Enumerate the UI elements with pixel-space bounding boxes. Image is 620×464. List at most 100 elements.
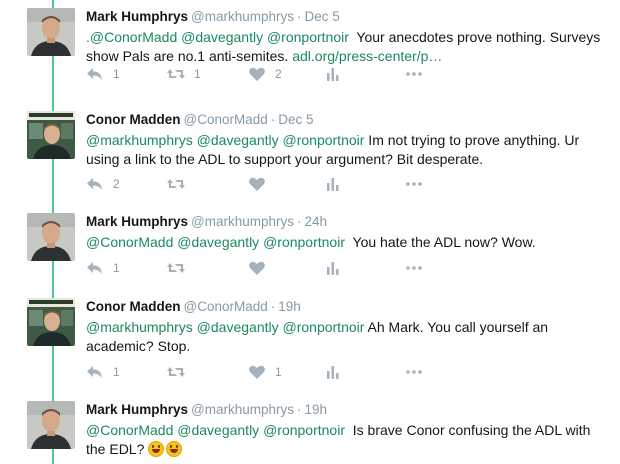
more-icon bbox=[405, 66, 423, 82]
reply-button[interactable]: 1 bbox=[86, 362, 120, 382]
reply-count: 1 bbox=[113, 261, 120, 275]
like-button[interactable]: 2 bbox=[248, 64, 282, 84]
tweet-header: Mark Humphrys @markhumphrys · Dec 5 bbox=[86, 8, 606, 26]
author-handle[interactable]: @markhumphrys bbox=[191, 9, 294, 24]
more-icon bbox=[405, 364, 423, 380]
reply-icon bbox=[86, 66, 104, 82]
like-button[interactable]: 1 bbox=[248, 362, 282, 382]
tweet-timestamp[interactable]: Dec 5 bbox=[305, 9, 340, 24]
author-handle[interactable]: @markhumphrys bbox=[191, 402, 294, 417]
retweet-button[interactable] bbox=[167, 174, 194, 194]
tweet-timestamp[interactable]: Dec 5 bbox=[278, 112, 313, 127]
separator: · bbox=[270, 112, 276, 127]
tweet-text: @ConorMadd @davegantly @ronportnoir Is b… bbox=[86, 421, 606, 459]
more-icon bbox=[405, 260, 423, 276]
avatar[interactable] bbox=[27, 111, 75, 159]
reply-icon bbox=[86, 176, 104, 192]
separator: · bbox=[297, 402, 302, 417]
like-count: 1 bbox=[275, 365, 282, 379]
reply-icon bbox=[86, 364, 104, 380]
tweet-timestamp[interactable]: 19h bbox=[278, 299, 301, 314]
analytics-button[interactable] bbox=[324, 362, 342, 382]
retweet-button[interactable] bbox=[167, 362, 194, 382]
tweet-header: Conor Madden @ConorMadd · 19h bbox=[86, 298, 606, 316]
bar-chart-icon bbox=[324, 66, 342, 82]
avatar[interactable] bbox=[27, 298, 75, 346]
tweet-content: Mark Humphrys @markhumphrys · 19h @ConorMadd… bbox=[86, 401, 606, 459]
tweet-header: Conor Madden @ConorMadd · Dec 5 bbox=[86, 111, 606, 129]
tweet-actions: 1 bbox=[86, 258, 606, 278]
reply-icon bbox=[86, 260, 104, 276]
tweet-text: @markhumphrys @davegantly @ronportnoir I… bbox=[86, 131, 606, 169]
author-name[interactable]: Mark Humphrys bbox=[86, 402, 188, 417]
analytics-button[interactable] bbox=[324, 174, 342, 194]
heart-icon bbox=[248, 66, 266, 82]
tweet-body: You hate the ADL now? Wow. bbox=[345, 234, 536, 250]
retweet-button[interactable] bbox=[167, 258, 194, 278]
tweet-actions: 11 bbox=[86, 362, 606, 382]
heart-icon bbox=[248, 364, 266, 380]
mention-links[interactable]: @markhumphrys @davegantly @ronportnoir bbox=[86, 319, 364, 335]
separator: · bbox=[297, 214, 302, 229]
tweet-timestamp[interactable]: 19h bbox=[305, 402, 328, 417]
analytics-button[interactable] bbox=[324, 64, 342, 84]
tweet-content: Conor Madden @ConorMadd · Dec 5 @markhumphry… bbox=[86, 111, 606, 191]
bar-chart-icon bbox=[324, 260, 342, 276]
mention-links[interactable]: @markhumphrys @davegantly @ronportnoir bbox=[86, 132, 364, 148]
avatar[interactable] bbox=[27, 401, 75, 449]
url-link[interactable]: adl.org/press-center/p… bbox=[292, 48, 442, 64]
tweet-text: @markhumphrys @davegantly @ronportnoir A… bbox=[86, 318, 606, 356]
author-name[interactable]: Mark Humphrys bbox=[86, 214, 188, 229]
author-handle[interactable]: @ConorMadd bbox=[184, 112, 268, 127]
retweet-icon bbox=[167, 66, 185, 82]
reply-count: 1 bbox=[113, 365, 120, 379]
tweet-header: Mark Humphrys @markhumphrys · 24h bbox=[86, 213, 606, 231]
author-name[interactable]: Conor Madden bbox=[86, 299, 181, 314]
tweet-content: Conor Madden @ConorMadd · 19h @markhumphrys … bbox=[86, 298, 606, 379]
more-icon bbox=[405, 176, 423, 192]
like-button[interactable] bbox=[248, 174, 275, 194]
analytics-button[interactable] bbox=[324, 258, 342, 278]
tweet-timestamp[interactable]: 24h bbox=[305, 214, 328, 229]
avatar[interactable] bbox=[27, 213, 75, 261]
retweet-count: 1 bbox=[194, 67, 201, 81]
grinning-face-icon bbox=[166, 441, 183, 457]
tweet-actions: 2 bbox=[86, 174, 606, 194]
reply-button[interactable]: 1 bbox=[86, 258, 120, 278]
reply-button[interactable]: 1 bbox=[86, 64, 120, 84]
bar-chart-icon bbox=[324, 364, 342, 380]
separator: · bbox=[297, 9, 302, 24]
tweet-content: Mark Humphrys @markhumphrys · 24h @ConorMadd… bbox=[86, 213, 606, 275]
avatar[interactable] bbox=[27, 8, 75, 56]
more-button[interactable] bbox=[405, 174, 423, 194]
tweet-content: Mark Humphrys @markhumphrys · Dec 5 .@ConorM… bbox=[86, 8, 606, 81]
tweet-text: .@ConorMadd @davegantly @ronportnoir You… bbox=[86, 28, 606, 66]
author-handle[interactable]: @ConorMadd bbox=[184, 299, 268, 314]
mention-links[interactable]: @ConorMadd @davegantly @ronportnoir bbox=[86, 234, 345, 250]
heart-icon bbox=[248, 176, 266, 192]
author-name[interactable]: Mark Humphrys bbox=[86, 9, 188, 24]
more-button[interactable] bbox=[405, 362, 423, 382]
retweet-button[interactable]: 1 bbox=[167, 64, 201, 84]
reply-count: 2 bbox=[113, 177, 120, 191]
retweet-icon bbox=[167, 176, 185, 192]
retweet-icon bbox=[167, 364, 185, 380]
retweet-icon bbox=[167, 260, 185, 276]
more-button[interactable] bbox=[405, 258, 423, 278]
author-handle[interactable]: @markhumphrys bbox=[191, 214, 294, 229]
tweet-actions: 1 1 2 bbox=[86, 64, 606, 84]
reply-button[interactable]: 2 bbox=[86, 174, 120, 194]
more-button[interactable] bbox=[405, 64, 423, 84]
author-name[interactable]: Conor Madden bbox=[86, 112, 181, 127]
tweet-text: @ConorMadd @davegantly @ronportnoir You … bbox=[86, 233, 606, 252]
heart-icon bbox=[248, 260, 266, 276]
bar-chart-icon bbox=[324, 176, 342, 192]
separator: · bbox=[270, 299, 276, 314]
like-count: 2 bbox=[275, 67, 282, 81]
like-button[interactable] bbox=[248, 258, 275, 278]
mention-links[interactable]: @ConorMadd @davegantly @ronportnoir bbox=[86, 422, 345, 438]
grinning-face-icon bbox=[148, 441, 165, 457]
tweet-header: Mark Humphrys @markhumphrys · 19h bbox=[86, 401, 606, 419]
reply-count: 1 bbox=[113, 67, 120, 81]
mention-links[interactable]: @ConorMadd @davegantly @ronportnoir bbox=[90, 29, 349, 45]
